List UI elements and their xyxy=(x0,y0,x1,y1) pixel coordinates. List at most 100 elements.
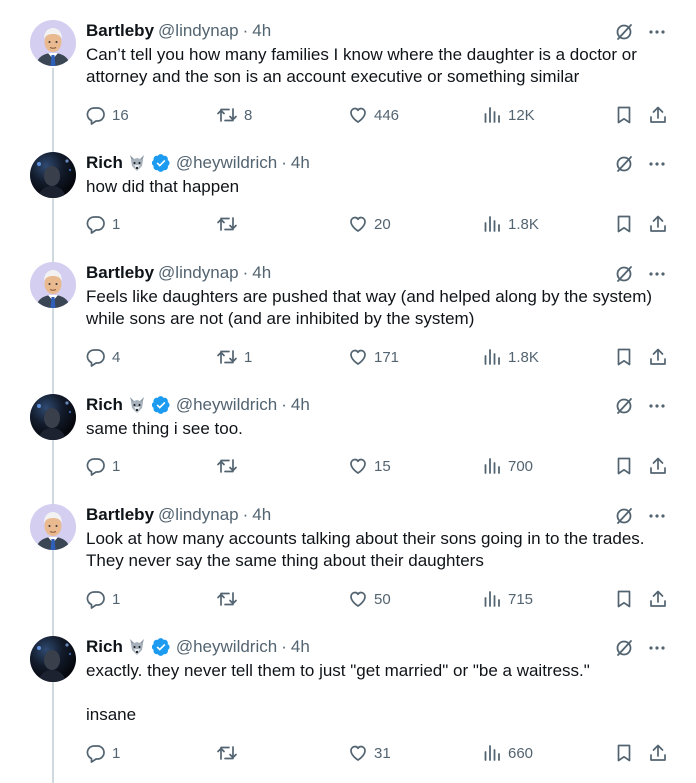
bookmark-button[interactable] xyxy=(614,347,634,367)
reply-button[interactable]: 1 xyxy=(86,743,120,763)
like-button[interactable]: 15 xyxy=(348,456,391,476)
grok-slash-icon[interactable] xyxy=(614,638,634,658)
avatar[interactable] xyxy=(30,504,76,550)
more-icon[interactable] xyxy=(648,155,666,173)
avatar[interactable] xyxy=(30,262,76,308)
retweet-button[interactable]: 1 xyxy=(216,347,252,367)
bookmark-button[interactable] xyxy=(614,105,634,125)
reply-icon xyxy=(86,105,106,125)
bookmark-button[interactable] xyxy=(614,214,634,234)
like-count: 446 xyxy=(374,106,400,124)
more-icon[interactable] xyxy=(648,507,666,525)
share-button[interactable] xyxy=(648,743,668,763)
views-button[interactable]: 660 xyxy=(482,743,533,763)
grok-slash-icon[interactable] xyxy=(614,154,634,174)
grok-slash-icon[interactable] xyxy=(614,396,634,416)
tweet-top-actions xyxy=(614,264,666,284)
tweet-text: Look at how many accounts talking about … xyxy=(86,529,649,570)
views-count: 715 xyxy=(508,590,534,608)
author-handle[interactable]: @lindynap xyxy=(158,21,239,41)
author-name[interactable]: Rich xyxy=(86,637,123,657)
retweet-button[interactable]: 8 xyxy=(216,105,252,125)
grok-slash-icon[interactable] xyxy=(614,506,634,526)
bookmark-button[interactable] xyxy=(614,589,634,609)
timestamp[interactable]: 4h xyxy=(252,263,271,283)
like-button[interactable]: 20 xyxy=(348,214,391,234)
author-handle[interactable]: @heywildrich xyxy=(176,153,277,173)
timestamp[interactable]: 4h xyxy=(252,21,271,41)
wolf-emoji-icon xyxy=(127,395,147,415)
views-button[interactable]: 700 xyxy=(482,456,533,476)
reply-button[interactable]: 1 xyxy=(86,456,120,476)
grok-slash-icon[interactable] xyxy=(614,22,634,42)
author-name[interactable]: Rich xyxy=(86,395,123,415)
grok-slash-icon[interactable] xyxy=(614,264,634,284)
verified-badge-icon[interactable] xyxy=(151,395,171,415)
bookmark-button[interactable] xyxy=(614,743,634,763)
timestamp[interactable]: 4h xyxy=(291,395,310,415)
more-icon[interactable] xyxy=(648,23,666,41)
author-name[interactable]: Bartleby xyxy=(86,505,154,525)
reply-button[interactable]: 1 xyxy=(86,214,120,234)
tweet-top-actions xyxy=(614,154,666,174)
author-handle[interactable]: @heywildrich xyxy=(176,395,277,415)
reply-button[interactable]: 4 xyxy=(86,347,120,367)
avatar[interactable] xyxy=(30,636,76,682)
retweet-button[interactable] xyxy=(216,589,244,609)
tweet-actions: 1 20 1.8K xyxy=(86,214,670,236)
timestamp[interactable]: 4h xyxy=(252,505,271,525)
retweet-button[interactable] xyxy=(216,456,244,476)
more-icon[interactable] xyxy=(648,397,666,415)
retweet-button[interactable] xyxy=(216,214,244,234)
more-icon[interactable] xyxy=(648,265,666,283)
verified-badge-icon[interactable] xyxy=(151,637,171,657)
views-button[interactable]: 1.8K xyxy=(482,214,539,234)
views-icon xyxy=(482,105,502,125)
views-count: 660 xyxy=(508,744,534,762)
like-count: 31 xyxy=(374,744,391,762)
retweet-count: 8 xyxy=(244,106,253,124)
share-button[interactable] xyxy=(648,456,668,476)
share-button[interactable] xyxy=(648,347,668,367)
like-button[interactable]: 31 xyxy=(348,743,391,763)
author-name[interactable]: Bartleby xyxy=(86,21,154,41)
author-handle[interactable]: @lindynap xyxy=(158,505,239,525)
tweet-text: exactly. they never tell them to just "g… xyxy=(86,661,590,724)
views-button[interactable]: 1.8K xyxy=(482,347,539,367)
separator-dot: · xyxy=(242,263,249,282)
reply-button[interactable]: 1 xyxy=(86,589,120,609)
like-button[interactable]: 50 xyxy=(348,589,391,609)
like-count: 20 xyxy=(374,215,391,233)
views-button[interactable]: 715 xyxy=(482,589,533,609)
verified-badge-icon[interactable] xyxy=(151,153,171,173)
separator-dot: · xyxy=(281,637,287,656)
author-name[interactable]: Bartleby xyxy=(86,263,154,283)
retweet-icon xyxy=(216,456,238,476)
author-handle[interactable]: @lindynap xyxy=(158,263,239,283)
tweet-top-actions xyxy=(614,506,666,526)
share-button[interactable] xyxy=(648,589,668,609)
like-icon xyxy=(348,214,368,234)
timestamp[interactable]: 4h xyxy=(291,153,310,173)
more-icon[interactable] xyxy=(648,639,666,657)
like-button[interactable]: 171 xyxy=(348,347,399,367)
share-button[interactable] xyxy=(648,214,668,234)
avatar[interactable] xyxy=(30,152,76,198)
bookmark-button[interactable] xyxy=(614,456,634,476)
bookmark-icon xyxy=(614,589,634,609)
views-button[interactable]: 12K xyxy=(482,105,535,125)
author-handle[interactable]: @heywildrich xyxy=(176,637,277,657)
share-icon xyxy=(648,589,668,609)
author-name[interactable]: Rich xyxy=(86,153,123,173)
separator-dot: · xyxy=(281,153,287,172)
share-icon xyxy=(648,347,668,367)
separator-dot: · xyxy=(242,21,249,40)
avatar[interactable] xyxy=(30,20,76,66)
timestamp[interactable]: 4h xyxy=(291,637,310,657)
reply-button[interactable]: 16 xyxy=(86,105,129,125)
like-button[interactable]: 446 xyxy=(348,105,399,125)
share-button[interactable] xyxy=(648,105,668,125)
avatar[interactable] xyxy=(30,394,76,440)
retweet-button[interactable] xyxy=(216,743,244,763)
tweet-header: Bartleby @lindynap · 4h xyxy=(86,20,271,42)
